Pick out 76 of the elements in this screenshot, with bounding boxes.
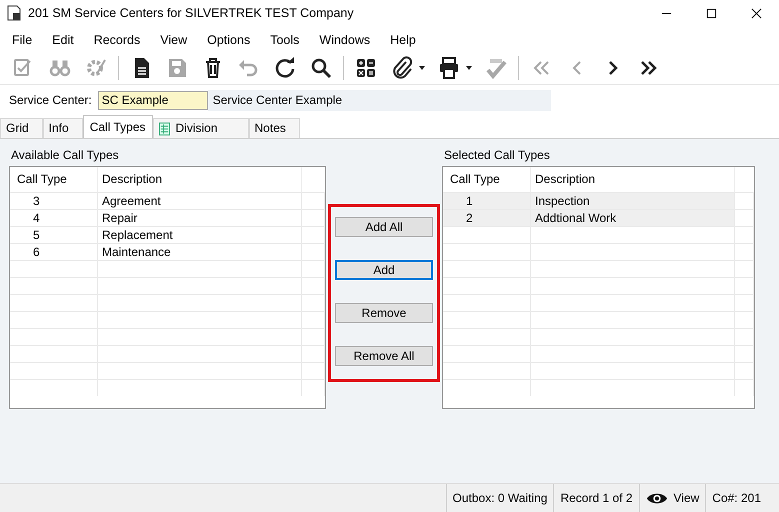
empty-cell [735, 362, 754, 379]
table-cell: 4 [10, 209, 98, 226]
tab[interactable]: Division [152, 118, 249, 138]
grid-row[interactable]: 5 Replacement [10, 226, 325, 243]
empty-cell [302, 345, 325, 362]
tab[interactable]: Call Types [82, 115, 152, 138]
empty-cell [302, 379, 325, 396]
table-cell: Agreement [98, 192, 302, 209]
grid-row[interactable]: 3 Agreement [10, 192, 325, 209]
action-button[interactable]: Remove All [335, 346, 433, 366]
search-icon[interactable] [309, 56, 333, 80]
table-cell: 3 [10, 192, 98, 209]
action-button[interactable]: Add All [335, 217, 433, 237]
table-cell: Replacement [98, 226, 302, 243]
table-cell: Maintenance [98, 243, 302, 260]
menu-item[interactable]: Windows [311, 33, 378, 47]
empty-cell [735, 379, 754, 396]
table-cell: Repair [98, 209, 302, 226]
refresh-icon[interactable] [273, 56, 297, 80]
field-label: Service Center: [9, 93, 92, 107]
table-cell: 6 [10, 243, 98, 260]
menu-item[interactable]: Records [86, 33, 148, 47]
column-header[interactable]: Call Type [10, 167, 98, 192]
dropdown-caret-icon[interactable] [419, 66, 425, 70]
record-status: Record 1 of 2 [553, 484, 638, 512]
empty-cell [735, 226, 754, 243]
eye-icon [646, 490, 668, 506]
menu-item[interactable]: File [4, 33, 40, 47]
outbox-status: Outbox: 0 Waiting [446, 484, 554, 512]
service-center-description: Service Center Example [208, 90, 551, 110]
empty-cell [735, 260, 754, 277]
column-header[interactable]: Description [98, 167, 302, 192]
empty-cell [302, 328, 325, 345]
tab[interactable]: Grid [0, 118, 43, 138]
maximize-icon[interactable] [706, 8, 717, 18]
group-label: Available Call Types [10, 147, 120, 164]
empty-cell [735, 277, 754, 294]
grid-row[interactable]: 4 Repair [10, 209, 325, 226]
group-label: Selected Call Types [443, 147, 551, 164]
menu-item[interactable]: View [152, 33, 196, 47]
printer-icon[interactable] [437, 56, 461, 80]
calculator-icon[interactable] [354, 56, 378, 80]
grid-row[interactable]: 2 Addtional Work [443, 209, 754, 226]
table-cell: Inspection [531, 192, 735, 209]
company-status: Co#: 201 [705, 484, 767, 512]
empty-cell [735, 311, 754, 328]
empty-cell [302, 362, 325, 379]
table-cell: 2 [443, 209, 531, 226]
mode-status: View [674, 490, 700, 507]
app-icon [6, 5, 22, 21]
empty-cell [735, 328, 754, 345]
empty-cell [735, 345, 754, 362]
window-title: 201 SM Service Centers for SILVERTREK TEST Company [28, 6, 354, 20]
action-button[interactable]: Add [335, 260, 433, 280]
table-cell: 1 [443, 192, 531, 209]
close-icon[interactable] [751, 8, 762, 18]
empty-cell [735, 294, 754, 311]
menu-item[interactable]: Tools [262, 33, 308, 47]
tab[interactable]: Notes [248, 118, 300, 138]
menu-item[interactable]: Edit [44, 33, 82, 47]
dropdown-caret-icon[interactable] [466, 66, 472, 70]
empty-cell [302, 260, 325, 277]
empty-cell [302, 311, 325, 328]
tab[interactable]: Info [42, 118, 83, 138]
grid-row[interactable]: 1 Inspection [443, 192, 754, 209]
empty-cell [302, 277, 325, 294]
service-center-field[interactable]: SC Example [98, 90, 208, 110]
menu-item[interactable]: Help [382, 33, 424, 47]
action-button[interactable]: Remove [335, 303, 433, 323]
menu-item[interactable]: Options [199, 33, 258, 47]
empty-cell [302, 294, 325, 311]
table-cell: 5 [10, 226, 98, 243]
paperclip-icon[interactable] [390, 56, 414, 80]
table-cell: Addtional Work [531, 209, 735, 226]
grid-row[interactable]: 6 Maintenance [10, 243, 325, 260]
empty-cell [735, 243, 754, 260]
